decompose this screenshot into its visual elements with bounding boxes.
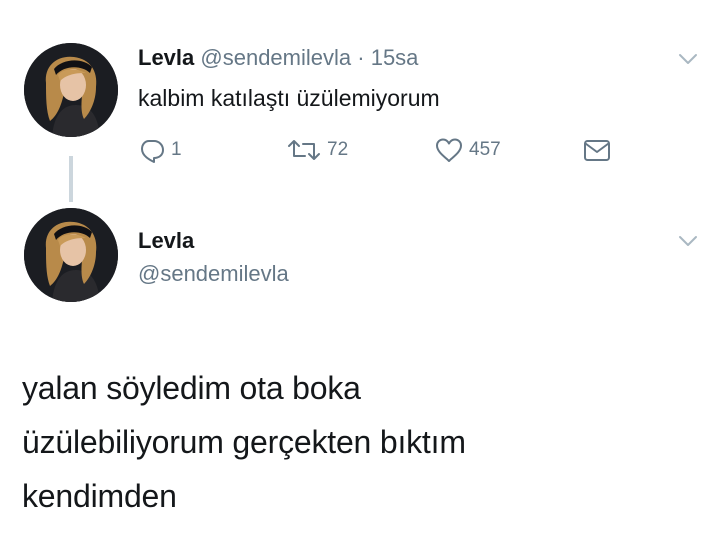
user-handle[interactable]: @sendemilevla <box>138 262 289 286</box>
display-name[interactable]: Levla <box>138 45 194 70</box>
tweet-text: yalan söyledim ota boka üzülebiliyorum g… <box>22 361 702 523</box>
chevron-down-icon[interactable] <box>678 52 698 66</box>
tweet1-header: Levla @sendemilevla · 15sa <box>138 46 418 70</box>
like-count: 457 <box>469 139 501 160</box>
reply-button[interactable]: 1 <box>138 136 182 164</box>
tweet-text: kalbim katılaştı üzülemiyorum <box>138 85 440 111</box>
user-handle[interactable]: @sendemilevla <box>200 45 351 70</box>
reply-count: 1 <box>171 139 182 160</box>
like-button[interactable]: 457 <box>434 136 501 164</box>
tweet-text-line: üzülebiliyorum gerçekten bıktım <box>22 424 466 460</box>
tweet-actions: 1 72 457 <box>138 136 618 166</box>
separator-dot: · <box>357 45 365 70</box>
avatar[interactable] <box>24 208 118 302</box>
retweet-icon <box>288 140 320 160</box>
direct-message-icon <box>584 140 610 161</box>
direct-message-button[interactable] <box>582 136 612 164</box>
timestamp[interactable]: 15sa <box>371 45 419 70</box>
tweet-text-line: kendimden <box>22 478 177 514</box>
chevron-down-icon[interactable] <box>678 234 698 248</box>
avatar-image <box>24 208 118 302</box>
retweet-count: 72 <box>327 139 349 160</box>
reply-icon <box>141 140 164 163</box>
avatar[interactable] <box>24 43 118 137</box>
avatar-image <box>24 43 118 137</box>
retweet-button[interactable]: 72 <box>286 136 348 164</box>
display-name[interactable]: Levla <box>138 229 194 253</box>
tweet-text-line: yalan söyledim ota boka <box>22 370 361 406</box>
thread-connector-line <box>69 156 73 202</box>
like-icon <box>436 138 462 162</box>
